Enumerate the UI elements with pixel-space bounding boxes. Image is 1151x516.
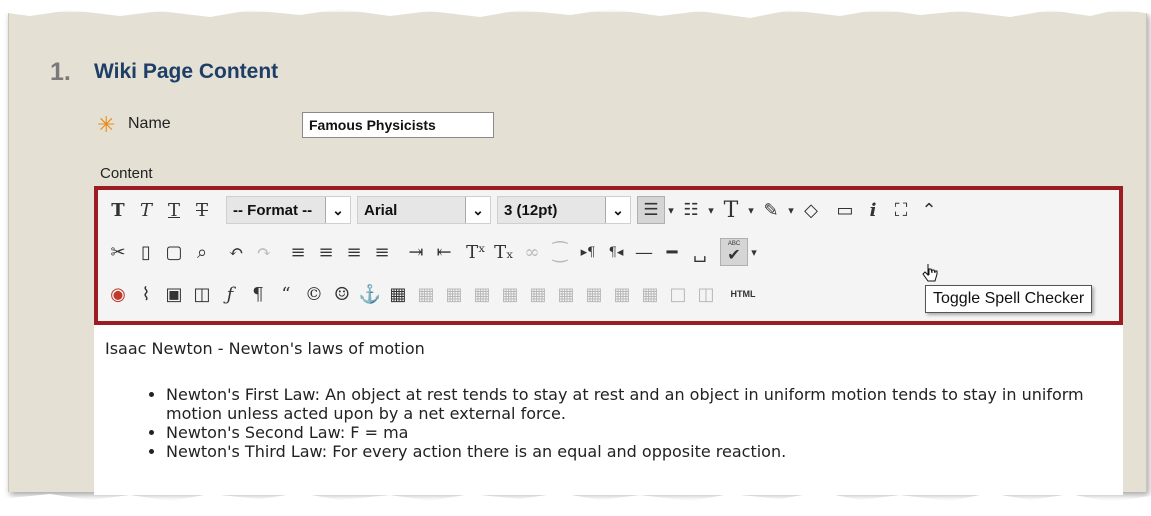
find-icon[interactable]: ⌕ [188, 238, 216, 266]
list-item: Newton's Third Law: For every action the… [166, 442, 1136, 461]
record-icon[interactable]: ◉ [104, 280, 132, 308]
content-paragraph: Isaac Newton - Newton's laws of motion [105, 339, 425, 358]
list-item: Newton's First Law: An object at rest te… [166, 385, 1136, 423]
collapse-toolbar-icon[interactable]: ⌃ [915, 196, 943, 224]
ltr-icon[interactable]: ▸¶ [574, 238, 602, 266]
split-cells-icon[interactable]: □ [664, 280, 692, 308]
insert-table-icon[interactable]: ▦ [384, 280, 412, 308]
editor-content-area[interactable]: Isaac Newton - Newton's laws of motion N… [94, 325, 1123, 495]
align-center-icon[interactable]: ≡ [312, 238, 340, 266]
chevron-down-icon[interactable]: ▾ [665, 196, 677, 224]
merge-cells-icon[interactable]: ◫ [692, 280, 720, 308]
eraser-icon[interactable]: ◇ [797, 196, 825, 224]
delete-col-icon[interactable]: ▦ [636, 280, 664, 308]
underline-icon[interactable]: T [160, 196, 188, 224]
math-icon[interactable]: ƒ [216, 280, 244, 308]
row-properties-icon[interactable]: ▦ [440, 280, 468, 308]
strikethrough-icon[interactable]: T [188, 196, 216, 224]
italic-icon[interactable]: T [132, 196, 160, 224]
preview-icon[interactable]: ▭ [831, 196, 859, 224]
section-title: Wiki Page Content [94, 60, 279, 83]
toolbar-row-2: ✂ ▯ ▢ ⌕ ↶ ↷ ≡ ≡ ≡ ≡ ⇥ ⇤ Tˣ Tₓ ∞ ⁐ ▸¶ ¶◂ … [104, 236, 760, 268]
size-select[interactable]: 3 (12pt) ⌄ [497, 196, 631, 224]
copyright-icon[interactable]: © [300, 280, 328, 308]
font-select[interactable]: Arial ⌄ [357, 196, 491, 224]
spell-checker-tooltip: Toggle Spell Checker [925, 285, 1093, 313]
nonbreaking-space-icon[interactable]: ␣ [686, 238, 714, 266]
toolbar-row-1: T T T T -- Format -- ⌄ Arial ⌄ 3 (12pt) ⌄ ☰… [104, 194, 943, 226]
link-icon[interactable]: ∞ [518, 238, 546, 266]
smiley-icon[interactable]: ☺ [328, 280, 356, 308]
unlink-icon[interactable]: ⁐ [546, 238, 574, 266]
fullscreen-icon[interactable]: ⛶ [887, 196, 915, 224]
insert-row-before-icon[interactable]: ▦ [496, 280, 524, 308]
asterisk-icon: ✳ [97, 112, 116, 137]
align-justify-icon[interactable]: ≡ [368, 238, 396, 266]
align-right-icon[interactable]: ≡ [340, 238, 368, 266]
insert-col-before-icon[interactable]: ▦ [580, 280, 608, 308]
html-source-button[interactable]: HTML [726, 280, 760, 308]
subscript-icon[interactable]: Tₓ [490, 238, 518, 266]
chevron-down-icon[interactable]: ▾ [705, 196, 717, 224]
quote-icon[interactable]: “ [272, 280, 300, 308]
rtl-icon[interactable]: ¶◂ [602, 238, 630, 266]
name-label: Name [128, 115, 171, 132]
chevron-down-icon[interactable]: ▾ [748, 238, 760, 266]
insert-row-after-icon[interactable]: ▦ [524, 280, 552, 308]
delete-row-icon[interactable]: ▦ [552, 280, 580, 308]
text-color-icon[interactable]: T [717, 196, 745, 224]
list-item: Newton's Second Law: F = ma [166, 423, 1136, 442]
image-icon[interactable]: ▣ [160, 280, 188, 308]
torn-edge-top [0, 0, 1151, 18]
toolbar-row-3: ◉ ⌇ ▣ ◫ ƒ ¶ “ © ☺ ⚓ ▦ ▦ ▦ ▦ ▦ ▦ ▦ ▦ ▦ ▦ … [104, 278, 760, 310]
horizontal-rule-icon[interactable]: — [630, 238, 658, 266]
chevron-down-icon: ⌄ [325, 197, 350, 223]
indent-icon[interactable]: ⇥ [402, 238, 430, 266]
chevron-down-icon[interactable]: ▾ [785, 196, 797, 224]
laws-list: Newton's First Law: An object at rest te… [138, 385, 1136, 461]
media-icon[interactable]: ◫ [188, 280, 216, 308]
numbered-list-icon[interactable]: ☷ [677, 196, 705, 224]
outdent-icon[interactable]: ⇤ [430, 238, 458, 266]
mouse-cursor-icon [922, 264, 938, 282]
format-select-label: -- Format -- [233, 201, 313, 219]
cell-properties-icon[interactable]: ▦ [468, 280, 496, 308]
font-select-label: Arial [364, 201, 398, 219]
format-select[interactable]: -- Format -- ⌄ [226, 196, 351, 224]
superscript-icon[interactable]: Tˣ [462, 238, 490, 266]
paragraph-icon[interactable]: ¶ [244, 280, 272, 308]
insert-col-after-icon[interactable]: ▦ [608, 280, 636, 308]
highlight-icon[interactable]: ✎ [757, 196, 785, 224]
undo-icon[interactable]: ↶ [222, 238, 250, 266]
chevron-down-icon[interactable]: ▾ [745, 196, 757, 224]
content-label: Content [100, 165, 153, 182]
align-left-icon[interactable]: ≡ [284, 238, 312, 266]
anchor-icon[interactable]: ⚓ [356, 280, 384, 308]
bullet-list-icon[interactable]: ☰ [637, 196, 665, 224]
info-icon[interactable]: i [859, 196, 887, 224]
chevron-down-icon: ⌄ [605, 197, 630, 223]
redo-icon[interactable]: ↷ [250, 238, 278, 266]
spell-check-icon[interactable]: ABC ✔ [720, 238, 748, 266]
step-number: 1. [50, 58, 71, 86]
table-properties-icon[interactable]: ▦ [412, 280, 440, 308]
bold-icon[interactable]: T [104, 196, 132, 224]
chevron-down-icon: ⌄ [465, 197, 490, 223]
paste-icon[interactable]: ▢ [160, 238, 188, 266]
copy-icon[interactable]: ▯ [132, 238, 160, 266]
attach-icon[interactable]: ⌇ [132, 280, 160, 308]
cut-icon[interactable]: ✂ [104, 238, 132, 266]
size-select-label: 3 (12pt) [504, 201, 558, 219]
thick-rule-icon[interactable]: ━ [658, 238, 686, 266]
name-input[interactable] [302, 112, 494, 138]
